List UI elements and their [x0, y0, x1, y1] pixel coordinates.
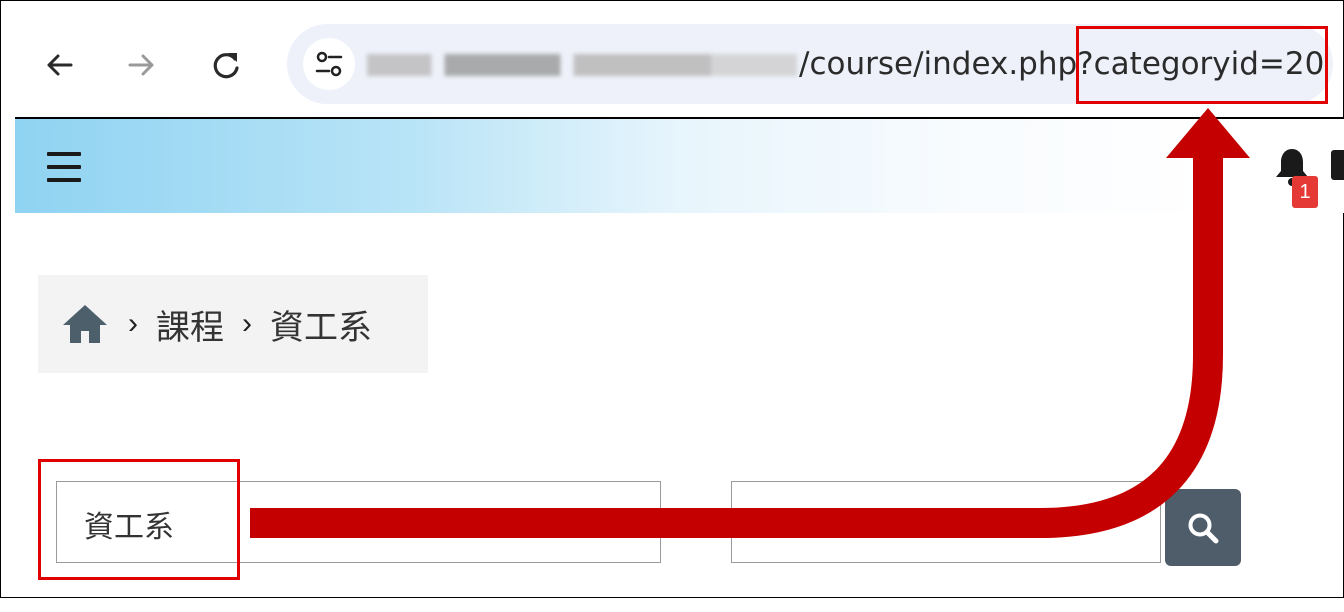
search-button[interactable]: [1165, 489, 1241, 566]
reload-button[interactable]: [204, 43, 248, 87]
site-settings-icon: [315, 51, 343, 77]
chevron-right-icon: ›: [242, 307, 252, 340]
url-highlight-box: [1076, 26, 1328, 104]
breadcrumb-category[interactable]: 資工系: [270, 300, 372, 349]
course-search-input[interactable]: [731, 481, 1161, 563]
breadcrumb: › 課程 › 資工系: [38, 275, 428, 373]
back-icon: [47, 54, 73, 76]
chat-icon[interactable]: [1331, 150, 1344, 180]
forward-button[interactable]: [120, 43, 164, 87]
breadcrumb-courses[interactable]: 課程: [156, 300, 224, 349]
site-header: [15, 119, 1344, 213]
category-highlight-box: [38, 459, 240, 580]
hamburger-icon[interactable]: [47, 152, 81, 182]
reload-icon: [213, 53, 239, 79]
home-icon[interactable]: [60, 301, 110, 347]
notification-badge: 1: [1292, 176, 1318, 208]
search-icon: [1188, 513, 1219, 543]
blurred-domain: [367, 54, 797, 76]
back-button[interactable]: [37, 43, 81, 87]
forward-icon: [128, 54, 154, 76]
chevron-right-icon: ›: [128, 307, 138, 340]
site-settings-button[interactable]: [303, 38, 355, 90]
